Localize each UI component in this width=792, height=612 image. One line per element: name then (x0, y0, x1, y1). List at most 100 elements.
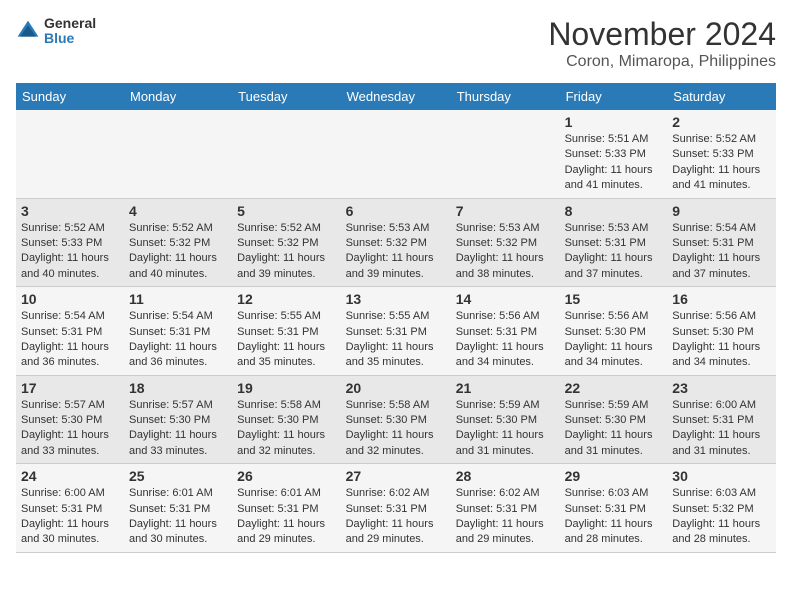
day-number: 21 (456, 380, 555, 396)
day-cell: 16 Sunrise: 5:56 AM Sunset: 5:30 PM Dayli… (667, 287, 776, 376)
day-number: 11 (129, 291, 227, 307)
calendar-table: SundayMondayTuesdayWednesdayThursdayFrid… (16, 83, 776, 553)
day-cell: 24Sunrise: 6:00 AM Sunset: 5:31 PM Dayli… (16, 464, 124, 553)
day-cell: 5 Sunrise: 5:52 AM Sunset: 5:32 PM Daylig… (232, 198, 340, 287)
day-cell: 22 Sunrise: 5:59 AM Sunset: 5:30 PM Dayli… (560, 375, 668, 464)
day-cell: 9 Sunrise: 5:54 AM Sunset: 5:31 PM Daylig… (667, 198, 776, 287)
day-cell: 27 Sunrise: 6:02 AM Sunset: 5:31 PM Dayli… (341, 464, 451, 553)
day-cell: 17 Sunrise: 5:57 AM Sunset: 5:30 PM Dayli… (16, 375, 124, 464)
day-cell: 29 Sunrise: 6:03 AM Sunset: 5:31 PM Dayli… (560, 464, 668, 553)
week-row-1: 1 Sunrise: 5:51 AM Sunset: 5:33 PM Daylig… (16, 110, 776, 198)
page-header: General Blue November 2024 Coron, Mimaro… (16, 16, 776, 71)
day-number: 12 (237, 291, 335, 307)
day-info: Sunrise: 5:55 AM Sunset: 5:31 PM Dayligh… (237, 309, 335, 371)
logo-text: General Blue (44, 16, 96, 47)
day-info: Sunrise: 5:51 AM Sunset: 5:33 PM Dayligh… (565, 132, 663, 194)
day-number: 4 (129, 203, 227, 219)
day-info: Sunrise: 5:53 AM Sunset: 5:31 PM Dayligh… (565, 221, 663, 283)
day-number: 28 (456, 468, 555, 484)
day-info: Sunrise: 5:57 AM Sunset: 5:30 PM Dayligh… (129, 398, 227, 460)
day-info: Sunrise: 6:01 AM Sunset: 5:31 PM Dayligh… (129, 486, 227, 548)
day-number: 5 (237, 203, 335, 219)
day-number: 18 (129, 380, 227, 396)
day-info: Sunrise: 5:56 AM Sunset: 5:30 PM Dayligh… (565, 309, 663, 371)
day-info: Sunrise: 5:54 AM Sunset: 5:31 PM Dayligh… (21, 309, 119, 371)
col-header-saturday: Saturday (667, 83, 776, 110)
day-cell: 18 Sunrise: 5:57 AM Sunset: 5:30 PM Dayli… (124, 375, 232, 464)
col-header-wednesday: Wednesday (341, 83, 451, 110)
day-number: 15 (565, 291, 663, 307)
logo-line1: General (44, 16, 96, 31)
col-header-monday: Monday (124, 83, 232, 110)
day-info: Sunrise: 5:52 AM Sunset: 5:32 PM Dayligh… (237, 221, 335, 283)
page-title: November 2024 (548, 16, 776, 53)
day-info: Sunrise: 6:01 AM Sunset: 5:31 PM Dayligh… (237, 486, 335, 548)
day-cell: 15 Sunrise: 5:56 AM Sunset: 5:30 PM Dayli… (560, 287, 668, 376)
day-info: Sunrise: 5:58 AM Sunset: 5:30 PM Dayligh… (346, 398, 446, 460)
day-number: 19 (237, 380, 335, 396)
day-cell: 13Sunrise: 5:55 AM Sunset: 5:31 PM Dayli… (341, 287, 451, 376)
day-info: Sunrise: 6:03 AM Sunset: 5:32 PM Dayligh… (672, 486, 771, 548)
col-header-friday: Friday (560, 83, 668, 110)
day-number: 10 (21, 291, 119, 307)
logo: General Blue (16, 16, 96, 47)
day-info: Sunrise: 5:59 AM Sunset: 5:30 PM Dayligh… (565, 398, 663, 460)
day-number: 22 (565, 380, 663, 396)
day-cell: 10 Sunrise: 5:54 AM Sunset: 5:31 PM Dayli… (16, 287, 124, 376)
day-info: Sunrise: 5:52 AM Sunset: 5:33 PM Dayligh… (672, 132, 771, 194)
day-cell: 4 Sunrise: 5:52 AM Sunset: 5:32 PM Daylig… (124, 198, 232, 287)
logo-line2: Blue (44, 31, 96, 46)
day-cell (124, 110, 232, 198)
day-info: Sunrise: 6:02 AM Sunset: 5:31 PM Dayligh… (346, 486, 446, 548)
day-number: 27 (346, 468, 446, 484)
week-row-5: 24Sunrise: 6:00 AM Sunset: 5:31 PM Dayli… (16, 464, 776, 553)
title-block: November 2024 Coron, Mimaropa, Philippin… (548, 16, 776, 71)
day-info: Sunrise: 6:00 AM Sunset: 5:31 PM Dayligh… (672, 398, 771, 460)
day-number: 17 (21, 380, 119, 396)
week-row-3: 10 Sunrise: 5:54 AM Sunset: 5:31 PM Dayli… (16, 287, 776, 376)
day-number: 6 (346, 203, 446, 219)
day-info: Sunrise: 6:02 AM Sunset: 5:31 PM Dayligh… (456, 486, 555, 548)
day-cell: 7 Sunrise: 5:53 AM Sunset: 5:32 PM Daylig… (451, 198, 560, 287)
day-cell: 21 Sunrise: 5:59 AM Sunset: 5:30 PM Dayli… (451, 375, 560, 464)
day-info: Sunrise: 5:57 AM Sunset: 5:30 PM Dayligh… (21, 398, 119, 460)
day-info: Sunrise: 5:52 AM Sunset: 5:33 PM Dayligh… (21, 221, 119, 283)
day-number: 16 (672, 291, 771, 307)
day-number: 2 (672, 114, 771, 130)
day-cell: 20Sunrise: 5:58 AM Sunset: 5:30 PM Dayli… (341, 375, 451, 464)
day-number: 1 (565, 114, 663, 130)
day-number: 8 (565, 203, 663, 219)
day-number: 9 (672, 203, 771, 219)
day-cell (232, 110, 340, 198)
day-info: Sunrise: 5:56 AM Sunset: 5:30 PM Dayligh… (672, 309, 771, 371)
col-header-thursday: Thursday (451, 83, 560, 110)
day-info: Sunrise: 5:58 AM Sunset: 5:30 PM Dayligh… (237, 398, 335, 460)
day-info: Sunrise: 5:52 AM Sunset: 5:32 PM Dayligh… (129, 221, 227, 283)
day-info: Sunrise: 6:00 AM Sunset: 5:31 PM Dayligh… (21, 486, 119, 548)
week-row-4: 17 Sunrise: 5:57 AM Sunset: 5:30 PM Dayli… (16, 375, 776, 464)
day-cell: 23Sunrise: 6:00 AM Sunset: 5:31 PM Dayli… (667, 375, 776, 464)
page-subtitle: Coron, Mimaropa, Philippines (548, 53, 776, 71)
day-cell: 2 Sunrise: 5:52 AM Sunset: 5:33 PM Daylig… (667, 110, 776, 198)
day-info: Sunrise: 5:54 AM Sunset: 5:31 PM Dayligh… (672, 221, 771, 283)
day-cell: 6Sunrise: 5:53 AM Sunset: 5:32 PM Daylig… (341, 198, 451, 287)
day-cell: 11 Sunrise: 5:54 AM Sunset: 5:31 PM Dayli… (124, 287, 232, 376)
day-number: 14 (456, 291, 555, 307)
day-number: 7 (456, 203, 555, 219)
day-cell (341, 110, 451, 198)
day-number: 29 (565, 468, 663, 484)
week-row-2: 3Sunrise: 5:52 AM Sunset: 5:33 PM Daylig… (16, 198, 776, 287)
day-cell: 8 Sunrise: 5:53 AM Sunset: 5:31 PM Daylig… (560, 198, 668, 287)
col-header-tuesday: Tuesday (232, 83, 340, 110)
day-cell: 12 Sunrise: 5:55 AM Sunset: 5:31 PM Dayli… (232, 287, 340, 376)
day-number: 26 (237, 468, 335, 484)
logo-icon (16, 19, 40, 43)
day-info: Sunrise: 5:53 AM Sunset: 5:32 PM Dayligh… (456, 221, 555, 283)
day-cell: 26 Sunrise: 6:01 AM Sunset: 5:31 PM Dayli… (232, 464, 340, 553)
day-info: Sunrise: 5:56 AM Sunset: 5:31 PM Dayligh… (456, 309, 555, 371)
day-info: Sunrise: 6:03 AM Sunset: 5:31 PM Dayligh… (565, 486, 663, 548)
day-info: Sunrise: 5:54 AM Sunset: 5:31 PM Dayligh… (129, 309, 227, 371)
day-number: 30 (672, 468, 771, 484)
day-cell: 3Sunrise: 5:52 AM Sunset: 5:33 PM Daylig… (16, 198, 124, 287)
day-info: Sunrise: 5:59 AM Sunset: 5:30 PM Dayligh… (456, 398, 555, 460)
